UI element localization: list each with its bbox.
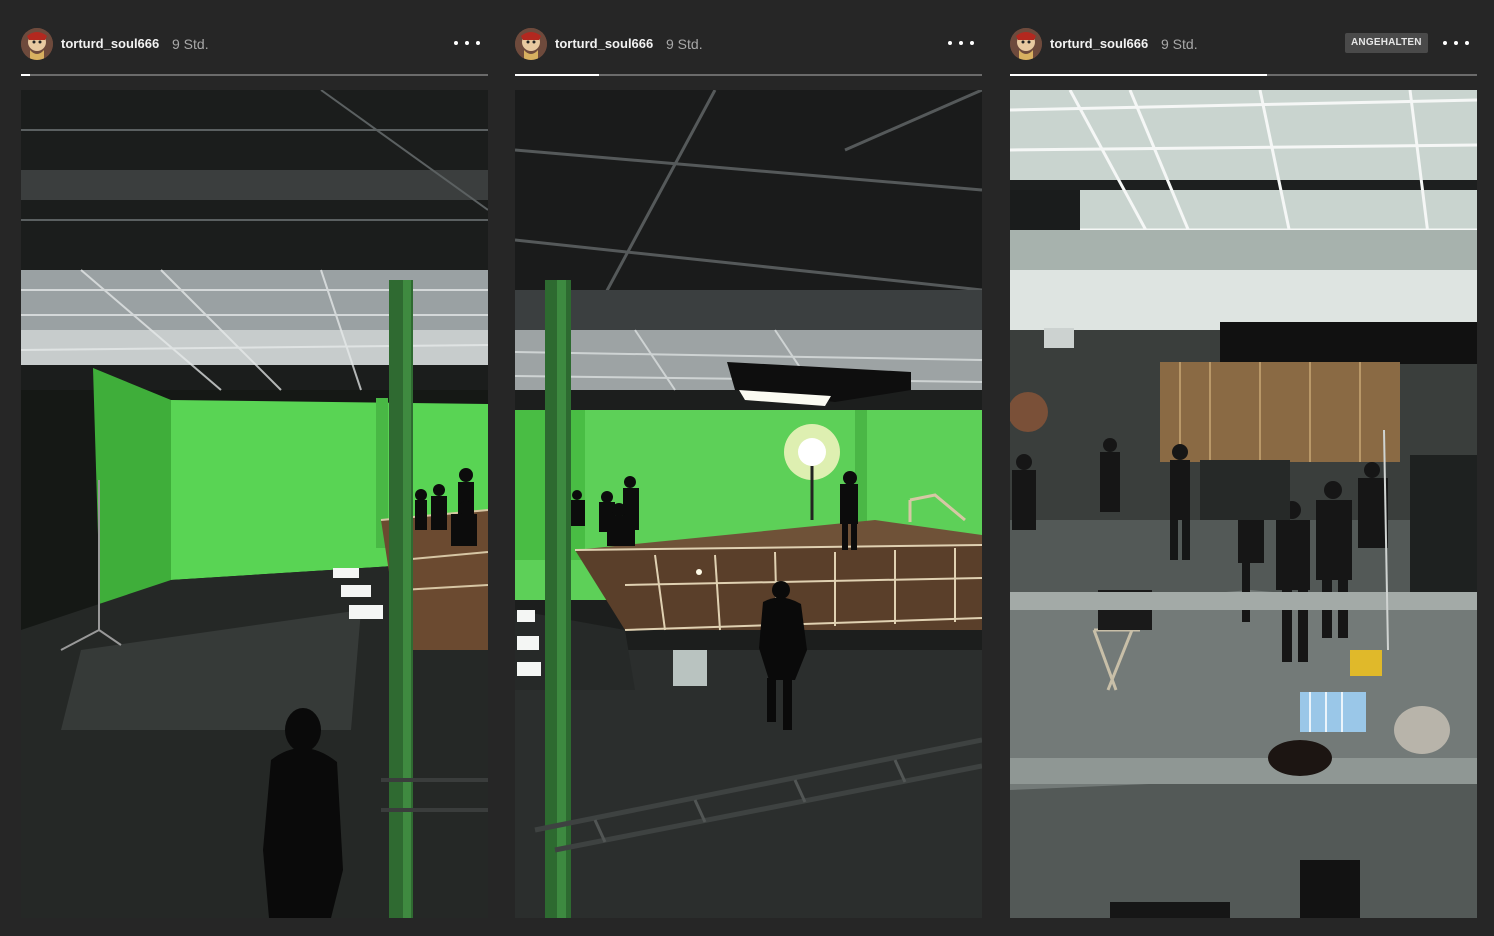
story-progress-fill — [515, 74, 600, 76]
video-frame — [1010, 90, 1477, 918]
story-header: torturd_soul666 9 Std. — [21, 26, 488, 62]
timestamp: 9 Std. — [1161, 36, 1198, 52]
more-options-button[interactable] — [948, 32, 974, 54]
story-panel-3[interactable]: torturd_soul666 9 Std. ANGEHALTEN — [1010, 0, 1477, 936]
more-options-button[interactable] — [1443, 32, 1469, 54]
story-header: torturd_soul666 9 Std. ANGEHALTEN — [1010, 26, 1477, 62]
video-frame — [21, 90, 488, 918]
story-progress-bar[interactable] — [515, 74, 982, 76]
story-progress-fill — [1010, 74, 1267, 76]
story-progress-bar[interactable] — [1010, 74, 1477, 76]
story-video[interactable] — [21, 90, 488, 918]
video-frame — [515, 90, 982, 918]
avatar[interactable] — [21, 28, 53, 60]
paused-badge[interactable]: ANGEHALTEN — [1345, 33, 1428, 53]
story-video[interactable] — [1010, 90, 1477, 918]
story-panel-2[interactable]: torturd_soul666 9 Std. — [515, 0, 982, 936]
story-progress-bar[interactable] — [21, 74, 488, 76]
avatar[interactable] — [515, 28, 547, 60]
more-horizontal-icon — [948, 41, 952, 45]
username[interactable]: torturd_soul666 — [555, 36, 653, 51]
username[interactable]: torturd_soul666 — [1050, 36, 1148, 51]
story-header: torturd_soul666 9 Std. — [515, 26, 982, 62]
avatar[interactable] — [1010, 28, 1042, 60]
story-progress-fill — [21, 74, 31, 76]
more-horizontal-icon — [454, 41, 458, 45]
story-panel-1[interactable]: torturd_soul666 9 Std. — [21, 0, 488, 936]
username[interactable]: torturd_soul666 — [61, 36, 159, 51]
story-video[interactable] — [515, 90, 982, 918]
more-options-button[interactable] — [454, 32, 480, 54]
more-horizontal-icon — [1443, 41, 1447, 45]
timestamp: 9 Std. — [666, 36, 703, 52]
timestamp: 9 Std. — [172, 36, 209, 52]
